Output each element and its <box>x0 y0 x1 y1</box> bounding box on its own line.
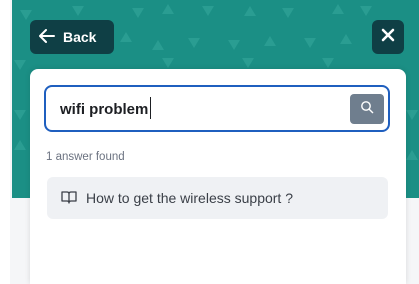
result-count: 1 answer found <box>46 151 125 163</box>
search-icon <box>360 100 374 119</box>
arrow-left-icon <box>39 28 55 46</box>
close-icon <box>381 28 395 47</box>
search-panel: 1 answer found How to get the wireless s… <box>30 69 406 284</box>
result-item-label: How to get the wireless support ? <box>86 190 293 206</box>
search-button[interactable] <box>350 94 384 124</box>
book-icon <box>61 190 77 207</box>
text-cursor <box>150 97 151 119</box>
close-button[interactable] <box>372 20 404 54</box>
back-button[interactable]: Back <box>30 20 114 54</box>
search-box <box>44 85 390 132</box>
result-item[interactable]: How to get the wireless support ? <box>47 177 388 219</box>
back-button-label: Back <box>63 29 97 45</box>
search-input[interactable] <box>60 97 330 121</box>
